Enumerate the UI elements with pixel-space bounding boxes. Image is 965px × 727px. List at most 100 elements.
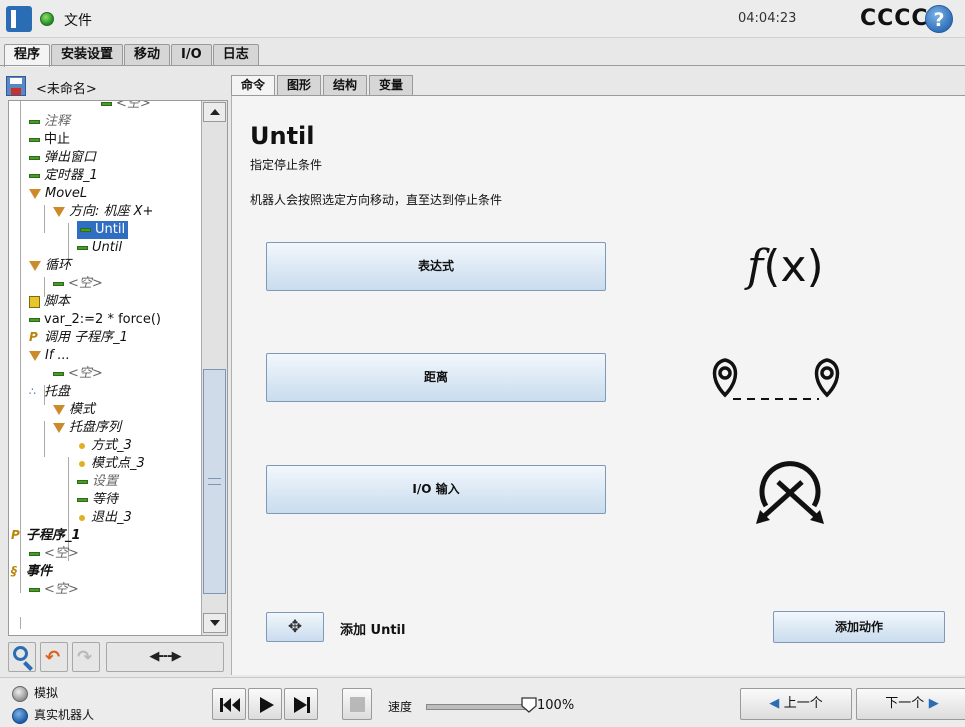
tree-connector bbox=[44, 421, 45, 457]
move-node-button[interactable]: ◀---▶ bbox=[106, 642, 224, 672]
dash-icon bbox=[29, 317, 40, 322]
add-until-label: 添加 Until bbox=[340, 623, 406, 638]
real-robot-radio[interactable] bbox=[12, 707, 28, 724]
tree-item[interactable]: <空> bbox=[29, 581, 79, 599]
tree-item-label: 托盘序列 bbox=[69, 420, 122, 435]
scroll-down-button[interactable] bbox=[203, 613, 226, 633]
stop-button[interactable] bbox=[342, 688, 372, 720]
tree-toolbar: ↶ ↷ ◀---▶ bbox=[8, 641, 228, 675]
next-button[interactable]: 下一个 ▶ bbox=[856, 688, 965, 720]
tree-item-label: If ... bbox=[45, 348, 70, 363]
dash-icon bbox=[29, 587, 40, 592]
tree-connector bbox=[20, 581, 21, 593]
tree-item[interactable]: Until bbox=[77, 239, 122, 257]
tree-item[interactable]: Until bbox=[77, 221, 129, 239]
save-icon[interactable] bbox=[6, 76, 26, 96]
redo-button[interactable]: ↷ bbox=[72, 642, 100, 672]
tab-graphics[interactable]: 图形 bbox=[277, 75, 322, 95]
search-icon bbox=[13, 646, 28, 661]
subprogram-icon: P bbox=[29, 330, 38, 344]
previous-button[interactable]: ◀ 上一个 bbox=[740, 688, 852, 720]
waypoint-icon bbox=[79, 460, 85, 467]
tree-item-label: 中止 bbox=[44, 132, 71, 147]
help-icon[interactable]: ? bbox=[925, 5, 953, 33]
bottom-bar: 模拟 真实机器人 速度 100% ◀ 上一个 下一个 ▶ bbox=[0, 677, 965, 727]
tree-item[interactable]: 定时器_1 bbox=[29, 167, 98, 185]
tree-item[interactable]: ∴ 托盘 bbox=[29, 383, 70, 401]
tree-item-label: 等待 bbox=[92, 492, 119, 507]
tree-item[interactable]: 退出_3 bbox=[77, 509, 132, 527]
tree-item-label: <空> bbox=[116, 100, 151, 111]
tree-item[interactable]: 托盘序列 bbox=[53, 419, 121, 437]
tree-item[interactable]: 方向: 机座 X+ bbox=[53, 203, 153, 221]
simulation-label: 模拟 bbox=[34, 686, 59, 700]
tree-item-label: 子程序_1 bbox=[26, 528, 81, 543]
dash-icon bbox=[80, 227, 91, 232]
tree-item[interactable]: 弹出窗口 bbox=[29, 149, 96, 167]
program-header: <未命名> bbox=[4, 72, 228, 102]
play-button[interactable] bbox=[248, 688, 282, 720]
search-button[interactable] bbox=[8, 642, 36, 672]
speed-slider[interactable] bbox=[426, 704, 531, 710]
tree-item-label: Until bbox=[92, 240, 123, 255]
tree-item-label: <空> bbox=[44, 582, 79, 597]
function-f: f bbox=[747, 241, 764, 292]
tree-item[interactable]: 设置 bbox=[77, 473, 118, 491]
tree-item[interactable]: § 事件 bbox=[11, 563, 52, 581]
tab-log[interactable]: 日志 bbox=[212, 44, 259, 66]
tree-item[interactable]: 等待 bbox=[77, 491, 118, 509]
tree-item-label: 模式点_3 bbox=[91, 456, 145, 471]
tree-item[interactable]: P 子程序_1 bbox=[11, 527, 81, 545]
tree-item[interactable]: 模式点_3 bbox=[77, 455, 145, 473]
tree-item[interactable]: MoveL bbox=[29, 185, 87, 203]
tree-item[interactable]: var_2:=2 * force() bbox=[29, 311, 161, 329]
robot-status-icon[interactable] bbox=[40, 12, 54, 26]
tab-command[interactable]: 命令 bbox=[231, 75, 276, 95]
add-until-button[interactable]: ✥ bbox=[266, 612, 324, 642]
tree-item[interactable]: 中止 bbox=[29, 131, 70, 149]
expression-button[interactable]: 表达式 bbox=[266, 242, 606, 291]
file-menu[interactable]: 文件 bbox=[64, 10, 92, 30]
tree-item[interactable]: 脚本 bbox=[29, 293, 70, 311]
tree-connector bbox=[20, 617, 21, 629]
step-button[interactable] bbox=[284, 688, 318, 720]
tab-move[interactable]: 移动 bbox=[124, 44, 171, 66]
tree-item-label: var_2:=2 * force() bbox=[44, 312, 161, 327]
tree-item[interactable]: 注释 bbox=[29, 113, 70, 131]
scroll-up-button[interactable] bbox=[203, 102, 226, 122]
tree-item[interactable]: 模式 bbox=[53, 401, 95, 419]
tree-item[interactable]: <空> bbox=[53, 275, 103, 293]
triangle-icon bbox=[53, 422, 65, 433]
tree-item[interactable]: 方式_3 bbox=[77, 437, 132, 455]
tree-item[interactable]: P 调用 子程序_1 bbox=[29, 329, 128, 347]
distance-button[interactable]: 距离 bbox=[266, 353, 606, 402]
tab-io[interactable]: I/O bbox=[171, 44, 212, 66]
add-action-button[interactable]: 添加动作 bbox=[773, 611, 945, 643]
program-tree: <空> 注释 中止 弹出窗口 定时器_1 MoveL 方向: 机座 X+ Until Until… bbox=[8, 100, 228, 636]
function-icon: f(x) bbox=[747, 242, 824, 292]
tab-program[interactable]: 程序 bbox=[4, 44, 51, 67]
previous-label: 上一个 bbox=[783, 696, 823, 711]
speed-slider-handle[interactable] bbox=[520, 696, 538, 714]
tree-item[interactable]: <空> bbox=[29, 545, 79, 563]
real-robot-mode[interactable]: 真实机器人 bbox=[12, 706, 94, 724]
tree-item[interactable]: 循环 bbox=[29, 257, 71, 275]
tree-item[interactable]: <空> bbox=[101, 100, 151, 113]
io-input-button[interactable]: I/O 输入 bbox=[266, 465, 606, 514]
tab-structure[interactable]: 结构 bbox=[323, 75, 368, 95]
tab-installation[interactable]: 安装设置 bbox=[51, 44, 124, 66]
simulation-radio[interactable] bbox=[12, 685, 28, 702]
scroll-thumb[interactable] bbox=[203, 369, 226, 594]
tree-item[interactable]: If ... bbox=[29, 347, 70, 365]
tree-item-label: 调用 子程序_1 bbox=[44, 330, 128, 345]
main-tabs: 程序 安装设置 移动 I/O 日志 bbox=[4, 44, 260, 67]
undo-icon: ↶ bbox=[45, 647, 61, 668]
tab-variables[interactable]: 变量 bbox=[369, 75, 414, 95]
undo-button[interactable]: ↶ bbox=[40, 642, 68, 672]
tree-item[interactable]: <空> bbox=[53, 365, 103, 383]
skip-to-start-button[interactable] bbox=[212, 688, 246, 720]
tree-item-label: 注释 bbox=[44, 114, 71, 129]
tree-scrollbar[interactable] bbox=[201, 101, 227, 635]
simulation-mode[interactable]: 模拟 bbox=[12, 684, 58, 702]
pallet-icon: ∴ bbox=[29, 385, 36, 398]
